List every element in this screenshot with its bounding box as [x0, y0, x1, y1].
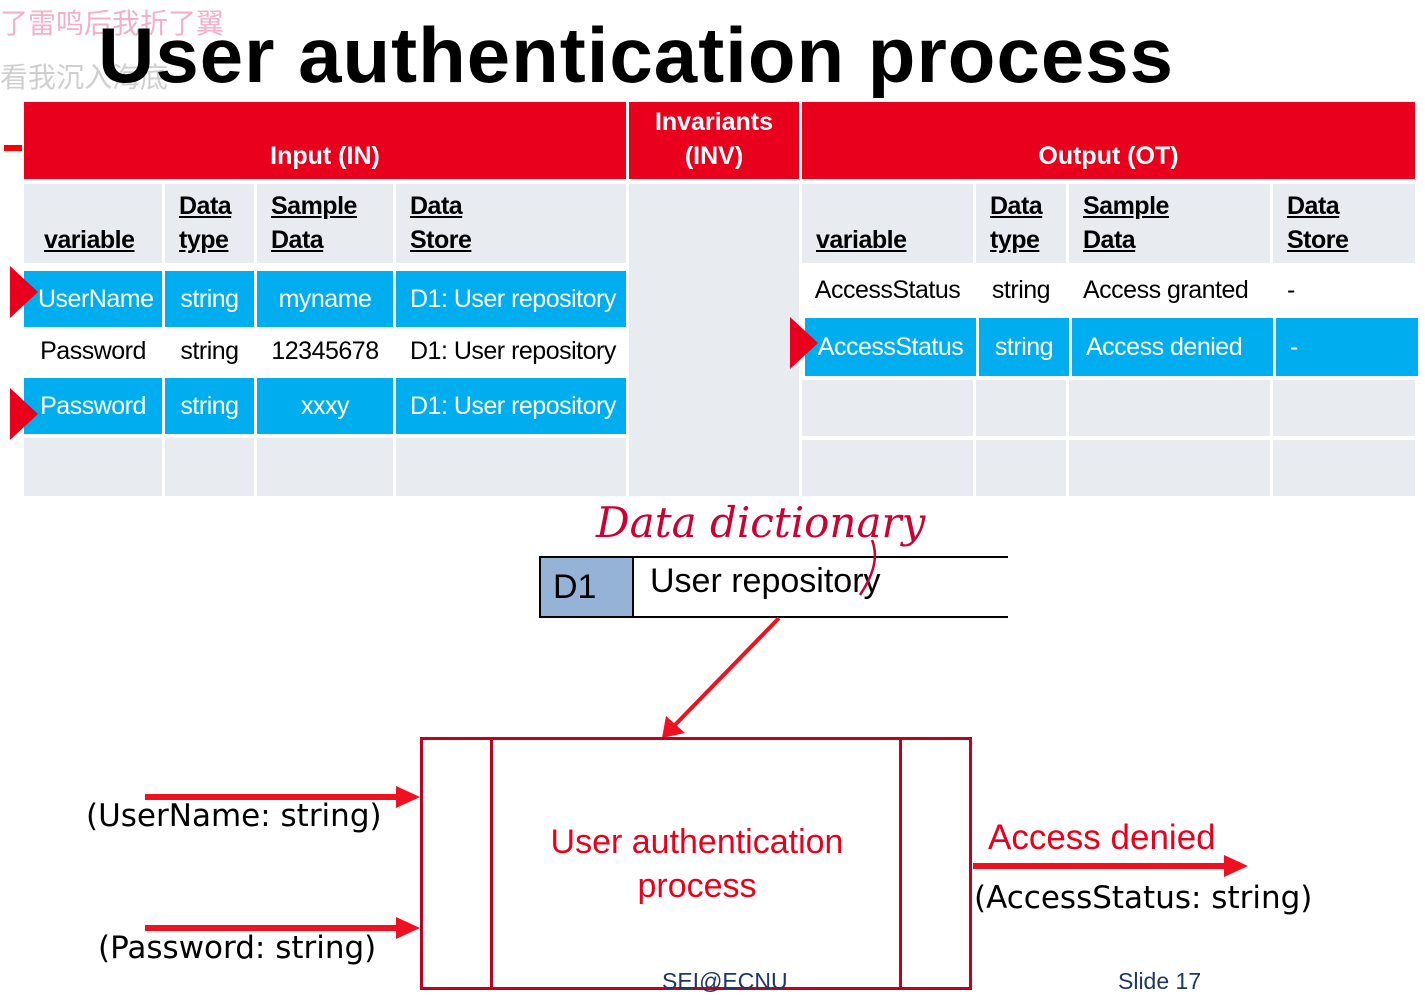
output-value-label: Access denied	[988, 818, 1216, 857]
output-flow-accessstatus: (AccessStatus: string)	[974, 880, 1313, 916]
process-name: User authentication process	[550, 823, 844, 905]
input-flow-password: (Password: string)	[98, 930, 377, 966]
input-flow-username: (UserName: string)	[86, 798, 382, 834]
slide-number: Slide 17	[1118, 968, 1202, 994]
footer-org: SEI@ECNU	[662, 968, 788, 994]
